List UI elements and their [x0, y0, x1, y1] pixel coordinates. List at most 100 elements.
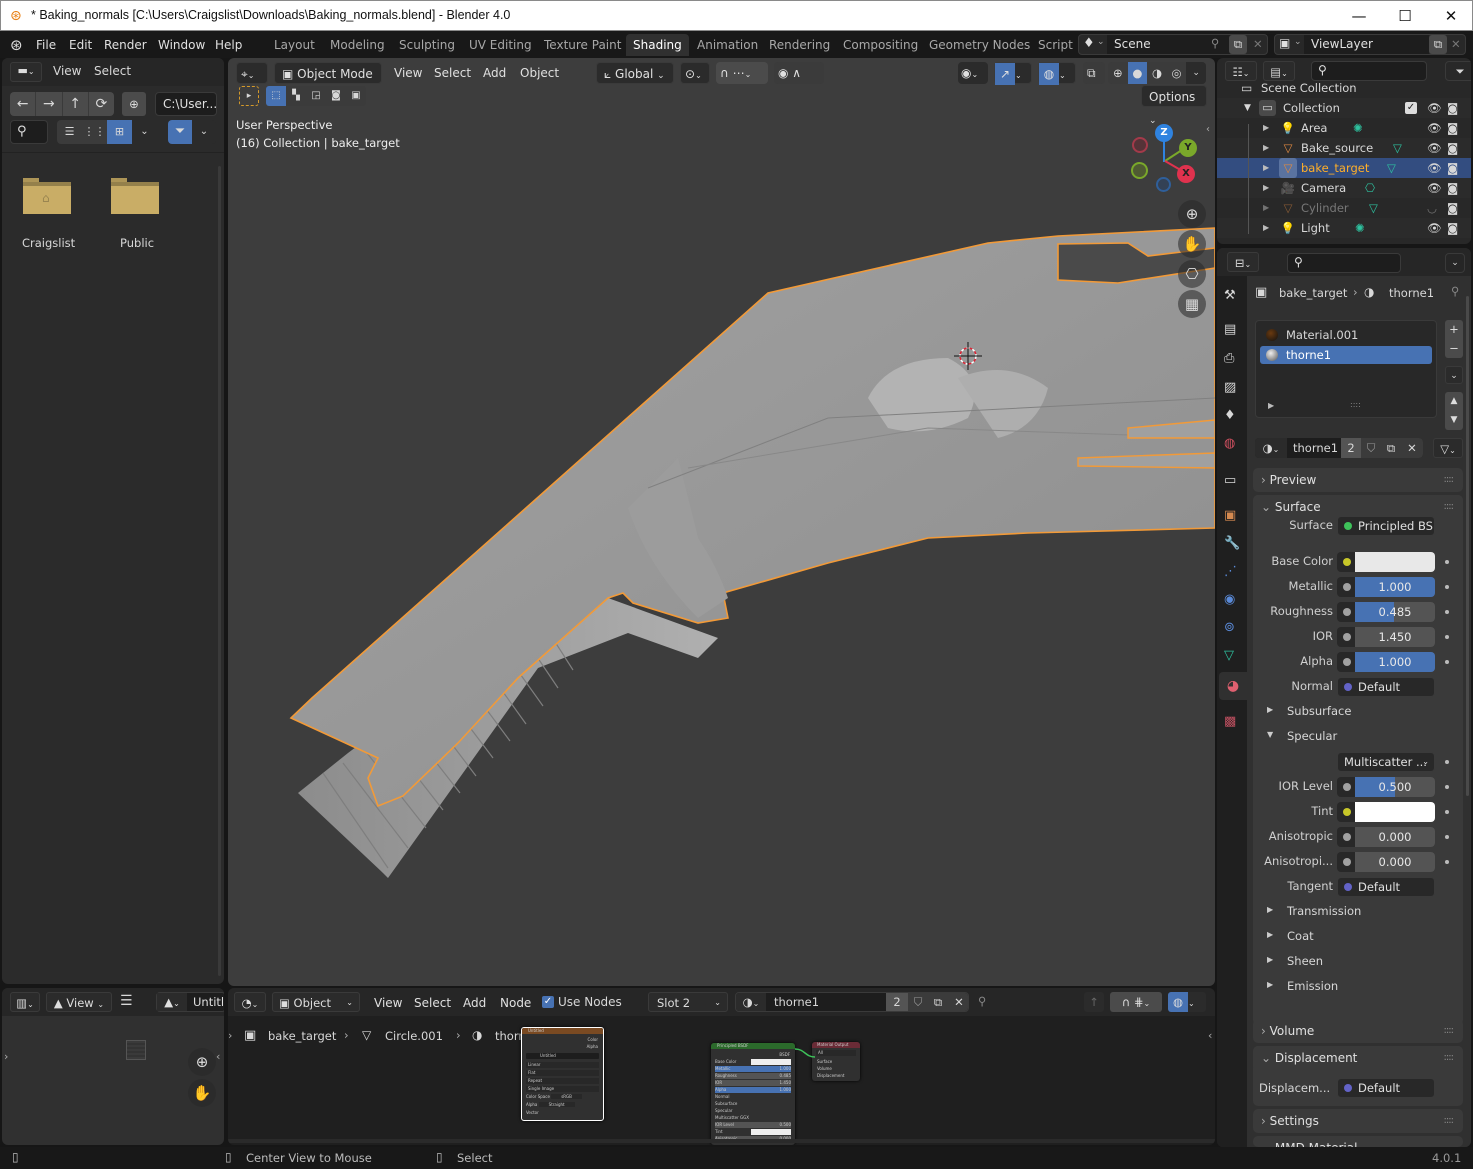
outliner-scene-collection[interactable]: ▭ Scene Collection: [1217, 78, 1471, 98]
horizontal-list-icon[interactable]: ⋮⋮: [82, 120, 107, 144]
back-arrow-icon[interactable]: ←: [10, 92, 37, 116]
delete-scene-button[interactable]: ✕: [1253, 37, 1263, 51]
material-slot-item-active[interactable]: thorne1: [1260, 346, 1432, 364]
keyframe-dot[interactable]: [1445, 560, 1449, 564]
selectability-dropdown[interactable]: ◉⌄: [958, 62, 988, 84]
editor-type-button[interactable]: ⊟⌄: [1227, 252, 1259, 272]
file-browser-scrollbar[interactable]: [218, 166, 221, 976]
keyframe-dot[interactable]: [1445, 610, 1449, 614]
displacement-panel-header[interactable]: ⌄ Displacement::::: [1253, 1046, 1463, 1070]
render-camera-icon[interactable]: ◙: [1447, 118, 1458, 138]
camera-data-icon[interactable]: ⎔: [1365, 178, 1375, 198]
keyframe-dot[interactable]: [1445, 810, 1449, 814]
outliner-item-bake-source[interactable]: ▶ ▽ Bake_source ▽ 👁 ◙: [1217, 138, 1471, 158]
menu-add[interactable]: Add: [457, 992, 492, 1014]
gizmo-neg-x-axis[interactable]: [1132, 137, 1148, 153]
proportional-editing-toggle[interactable]: ◉ ∧: [774, 62, 824, 84]
gizmo-y-axis[interactable]: Y: [1179, 139, 1197, 157]
pivot-point-dropdown[interactable]: ⊙⌄: [680, 62, 710, 84]
socket-icon[interactable]: [1343, 833, 1351, 841]
material-output-node[interactable]: Material Output All Surface Volume Displ…: [812, 1042, 860, 1081]
parent-node-tree-icon[interactable]: ↑: [1084, 992, 1104, 1012]
duplicate-material-icon[interactable]: ⧉: [928, 993, 948, 1011]
set-selection-icon[interactable]: ⬚: [266, 86, 286, 106]
base-color-field-swatch[interactable]: [1355, 552, 1435, 572]
roughness-slider-bar[interactable]: 0.485: [1355, 602, 1435, 622]
workspace-tab-geometry-nodes[interactable]: Geometry Nodes: [922, 34, 1037, 56]
menu-window[interactable]: Window: [152, 36, 211, 54]
invert-selection-icon[interactable]: ◙: [326, 86, 346, 106]
overlays-toggle[interactable]: ◍ ⌄: [1038, 62, 1076, 85]
menu-node[interactable]: Node: [494, 992, 537, 1014]
keyframe-dot[interactable]: [1445, 760, 1449, 764]
pin-icon[interactable]: ⚲: [1451, 284, 1459, 298]
xray-toggle[interactable]: ⧉: [1083, 62, 1105, 84]
anisotropic-rotation-field-bar[interactable]: 0.000: [1355, 852, 1435, 872]
render-camera-icon[interactable]: ◙: [1447, 98, 1458, 118]
menu-select[interactable]: Select: [408, 992, 457, 1014]
properties-search-field[interactable]: ⚲: [1287, 253, 1401, 273]
unlink-material-icon[interactable]: ✕: [948, 993, 968, 1011]
expand-arrow-icon[interactable]: ▶: [1263, 138, 1269, 158]
scene-selector[interactable]: ♦ ⌄ Scene ⚲ ⧉ ✕: [1078, 34, 1268, 55]
new-view-layer-button[interactable]: ⧉: [1429, 35, 1447, 54]
ior-level-slider-bar[interactable]: 0.500: [1355, 777, 1435, 797]
workspace-tab-modeling[interactable]: Modeling: [323, 34, 392, 56]
expand-arrow-icon[interactable]: ▶: [1263, 178, 1269, 198]
pin-icon[interactable]: ⚲: [1211, 36, 1219, 50]
mesh-data-icon[interactable]: ▽: [1393, 138, 1402, 158]
socket-icon[interactable]: [1343, 558, 1351, 566]
workspace-tab-texture-paint[interactable]: Texture Paint: [537, 34, 628, 56]
image-texture-node[interactable]: Untitled Color Alpha Untitled Linear Fla…: [521, 1027, 604, 1121]
modifier-tab-icon[interactable]: 🔧: [1224, 536, 1240, 551]
sidebar-toggle-chevron-icon[interactable]: ‹: [1208, 1029, 1212, 1042]
constraints-tab-icon[interactable]: ⊚: [1224, 620, 1235, 635]
outliner-item-cylinder[interactable]: ▶ ▽ Cylinder ▽ ◡ ◙: [1217, 198, 1471, 218]
delete-view-layer-button[interactable]: ✕: [1451, 37, 1461, 51]
gizmo-neg-y-axis[interactable]: [1131, 162, 1148, 179]
render-camera-icon[interactable]: ◙: [1447, 158, 1458, 178]
menu-view[interactable]: View: [388, 62, 428, 84]
outliner-item-camera[interactable]: ▶ 🎥 Camera ⎔ 👁 ◙: [1217, 178, 1471, 198]
expand-arrow-icon[interactable]: ▶: [1263, 218, 1269, 238]
browse-material-button[interactable]: ◑⌄: [736, 993, 766, 1011]
visibility-eye-icon[interactable]: 👁: [1427, 118, 1442, 138]
menu-object[interactable]: Object: [514, 62, 565, 84]
forward-arrow-icon[interactable]: →: [36, 92, 63, 116]
chevron-down-icon[interactable]: ⌄: [1445, 253, 1465, 273]
transform-orientation-dropdown[interactable]: ⟀ Global ⌄: [596, 62, 674, 84]
preview-panel-header[interactable]: › Preview::::: [1253, 468, 1463, 492]
keyframe-dot[interactable]: [1445, 635, 1449, 639]
output-tab-icon[interactable]: ⎙: [1224, 351, 1234, 366]
workspace-tab-sculpting[interactable]: Sculpting: [392, 34, 462, 56]
collection-tab-icon[interactable]: ▭: [1224, 473, 1236, 488]
image-browse-field[interactable]: ▲⌄ Untitle: [156, 992, 224, 1012]
chevron-down-icon[interactable]: ⌄: [1186, 62, 1206, 84]
pin-icon[interactable]: ⚲: [978, 994, 986, 1008]
gizmo-neg-z-axis[interactable]: [1156, 177, 1171, 192]
settings-panel-header[interactable]: › Settings::::: [1253, 1109, 1463, 1133]
exclude-checkbox[interactable]: ✓: [1405, 102, 1417, 114]
displacement-input[interactable]: Default: [1337, 1078, 1435, 1098]
keyframe-dot[interactable]: [1445, 660, 1449, 664]
properties-scrollbar[interactable]: [1466, 296, 1469, 796]
chevron-down-icon[interactable]: ⌄: [192, 120, 216, 144]
workspace-tab-shading[interactable]: Shading: [626, 34, 689, 56]
sheen-subpanel[interactable]: ▶ Sheen: [1265, 952, 1445, 972]
menu-edit[interactable]: Edit: [63, 36, 98, 54]
workspace-tab-layout[interactable]: Layout: [267, 34, 322, 56]
pan-view-hand-icon[interactable]: ✋: [1178, 230, 1206, 258]
volume-panel-header[interactable]: › Volume::::: [1253, 1019, 1463, 1043]
workspace-tab-animation[interactable]: Animation: [690, 34, 765, 56]
alpha-slider-bar[interactable]: 1.000: [1355, 652, 1435, 672]
new-folder-button[interactable]: ⊕: [122, 92, 146, 116]
menu-file[interactable]: File: [30, 36, 62, 54]
remove-slot-button[interactable]: −: [1445, 339, 1463, 358]
camera-view-icon[interactable]: ⎔: [1178, 260, 1206, 288]
gizmo-x-axis[interactable]: X: [1177, 165, 1195, 183]
thumbnails-icon[interactable]: ⊞: [107, 120, 132, 144]
slot-dropdown[interactable]: Slot 2 ⌄: [648, 992, 728, 1012]
data-tab-icon[interactable]: ▽: [1224, 648, 1234, 663]
folder-item-craigslist[interactable]: ⌂ Craigslist: [20, 176, 80, 250]
socket-icon[interactable]: [1343, 783, 1351, 791]
